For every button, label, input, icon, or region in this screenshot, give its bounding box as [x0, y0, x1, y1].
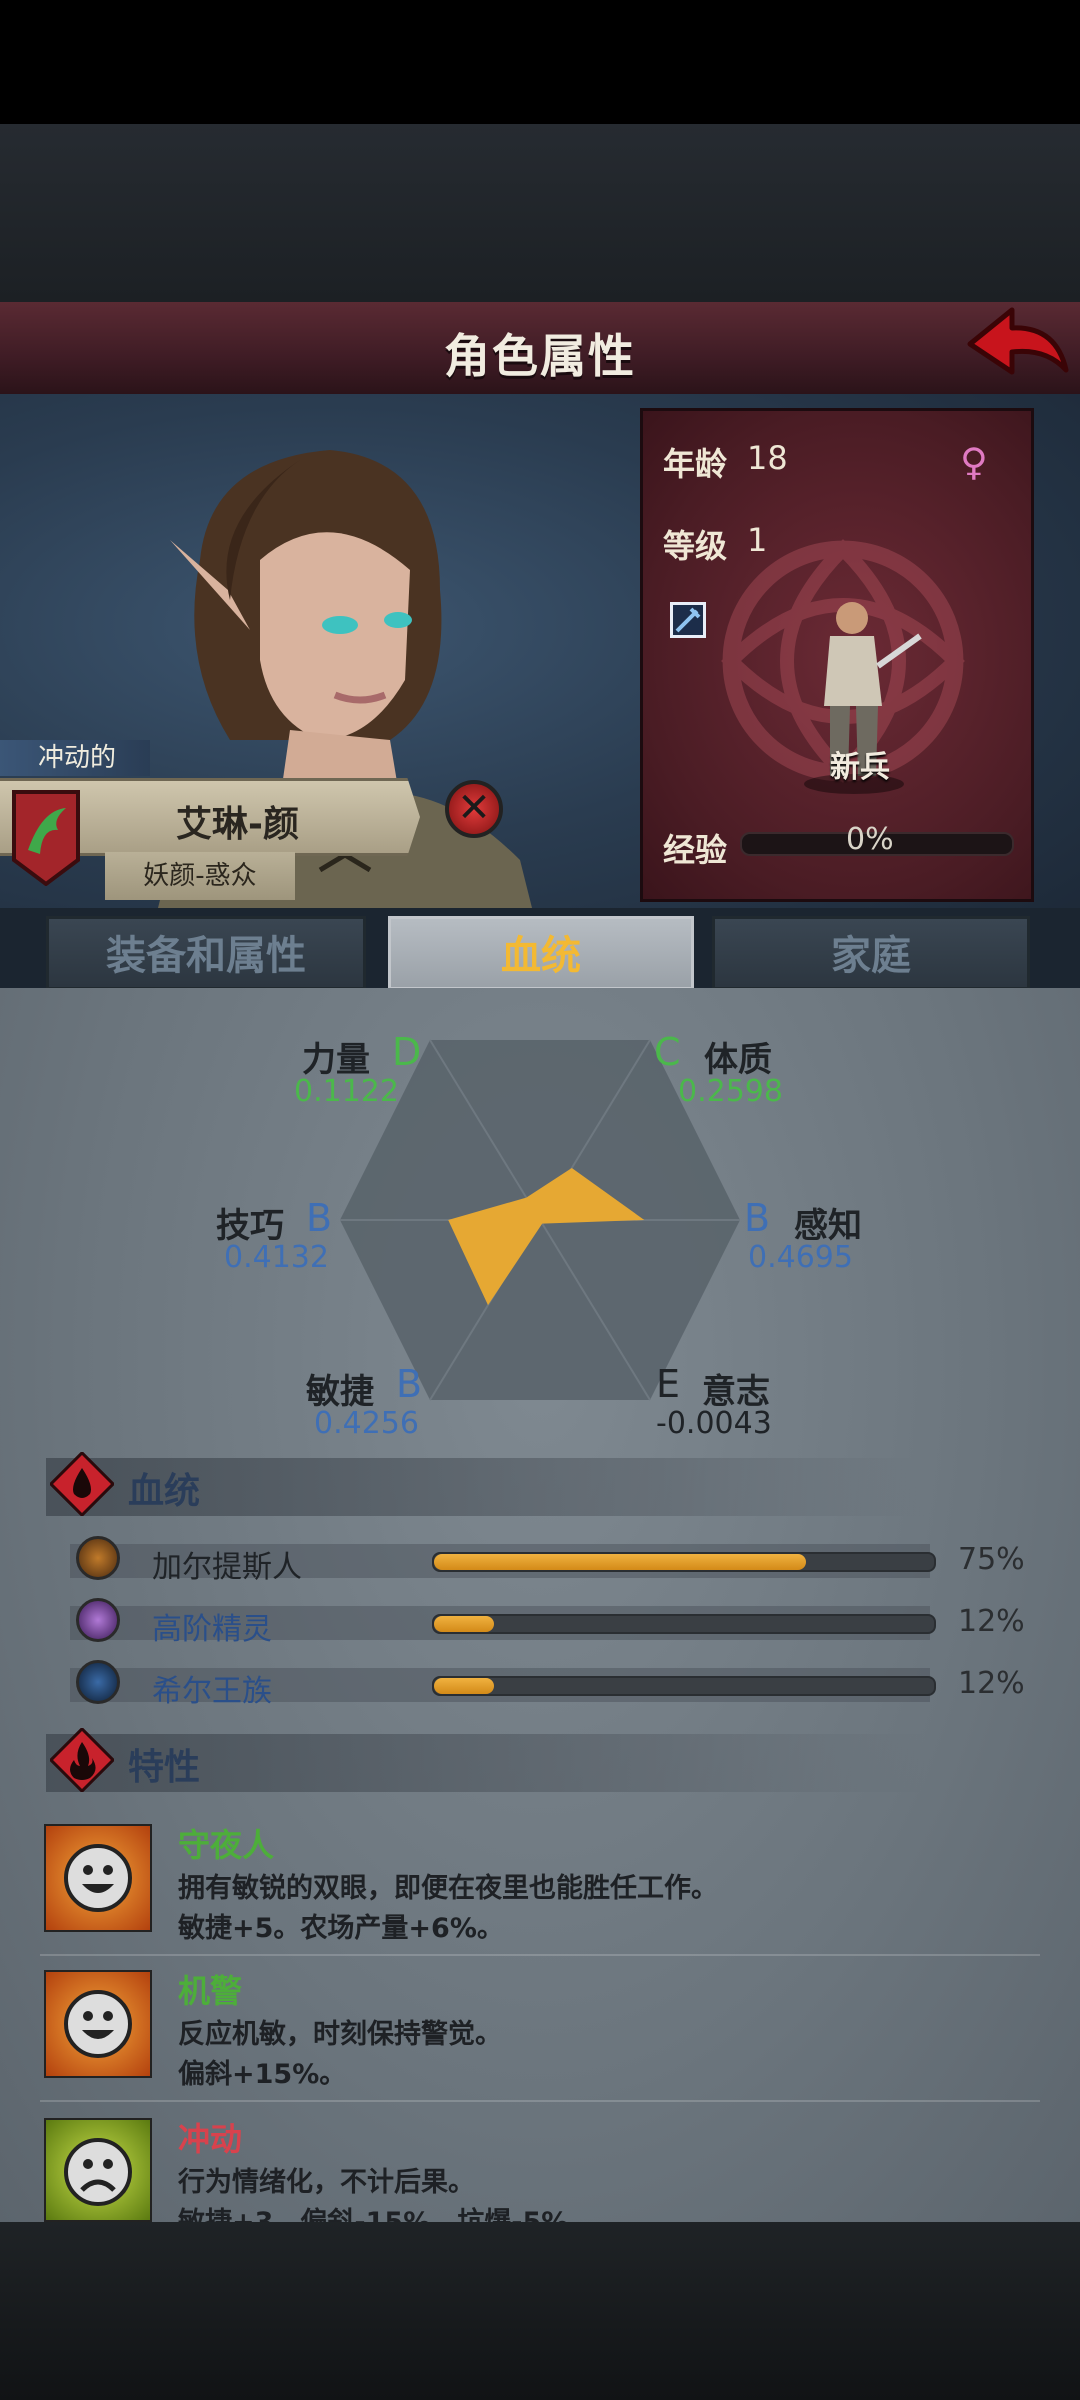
sword-icon[interactable] [670, 602, 706, 638]
top-backdrop [0, 124, 1080, 302]
bloodline-bar-fill [434, 1616, 494, 1632]
happy-face-icon [44, 1970, 152, 2078]
age-value: 18 [747, 439, 788, 477]
trait-name: 机警 [178, 1972, 243, 2010]
trait-description: 反应机敏，时刻保持警觉。 [178, 2019, 502, 2050]
trait-name: 守夜人 [178, 1826, 275, 1864]
stat-constitution-grade: C [654, 1030, 681, 1074]
trait-description: 行为情绪化，不计后果。 [178, 2167, 475, 2198]
page-title: 角色属性 [444, 329, 636, 383]
flame-icon [50, 1728, 114, 1792]
trait-effect: 敏捷+5。农场产量+6%。 [178, 1913, 504, 1944]
stat-strength-grade: D [392, 1030, 422, 1074]
bloodline-percent: 12% [958, 1604, 1025, 1639]
bloodline-bar-fill [434, 1678, 494, 1694]
exp-label: 经验 [663, 831, 728, 869]
high-elf-emblem-icon [76, 1598, 120, 1642]
bottom-navigation-area [0, 2222, 1080, 2400]
female-symbol-icon: ♀ [960, 440, 988, 484]
blood-drop-icon [50, 1452, 114, 1516]
bloodline-name: 加尔提斯人 [152, 1550, 302, 1585]
title-bar: 角色属性 [0, 302, 1080, 398]
trait-name: 冲动 [178, 2120, 243, 2158]
stat-skill-grade: B [306, 1196, 333, 1240]
galtis-emblem-icon [76, 1536, 120, 1580]
divider [40, 1954, 1040, 1956]
character-name: 艾琳-颜 [176, 804, 299, 845]
tab-equipment-attributes[interactable]: 装备和属性 [46, 916, 366, 990]
bloodline-percent: 12% [958, 1666, 1025, 1701]
age-label: 年龄 [663, 445, 728, 483]
dismiss-button[interactable]: ✕ [445, 780, 503, 838]
stat-constitution-value: 0.2598 [678, 1074, 783, 1109]
bloodline-section-title: 血统 [128, 1471, 201, 1512]
stat-agility-grade: B [396, 1362, 423, 1406]
tab-family[interactable]: 家庭 [712, 916, 1030, 990]
stat-will-value: -0.0043 [656, 1406, 772, 1441]
experience-percent: 0% [846, 822, 894, 857]
divider [40, 2100, 1040, 2102]
back-arrow-icon[interactable] [960, 300, 1072, 388]
stat-skill-value: 0.4132 [224, 1240, 329, 1275]
stat-perception-grade: B [744, 1196, 771, 1240]
stat-will-grade: E [656, 1362, 681, 1406]
bloodline-percent: 75% [958, 1542, 1025, 1577]
trait-description: 拥有敏锐的双眼，即便在夜里也能胜任工作。 [178, 1873, 718, 1904]
bloodline-bar [432, 1676, 936, 1696]
class-name: 新兵 [830, 750, 890, 785]
shire-royal-emblem-icon [76, 1660, 120, 1704]
status-bar-area [0, 0, 1080, 124]
traits-section-title: 特性 [128, 1747, 201, 1788]
personality-tag: 冲动的 [0, 740, 150, 776]
happy-face-icon [44, 1824, 152, 1932]
stat-perception-value: 0.4695 [748, 1240, 853, 1275]
stat-strength-value: 0.1122 [294, 1074, 399, 1109]
dragon-crest-icon [12, 790, 80, 886]
bloodline-bar [432, 1614, 936, 1634]
trait-effect: 偏斜+15%。 [178, 2059, 347, 2090]
stat-agility-value: 0.4256 [314, 1406, 419, 1441]
tab-bloodline[interactable]: 血统 [388, 916, 694, 990]
bloodline-name: 高阶精灵 [152, 1612, 272, 1647]
bloodline-bar-fill [434, 1554, 806, 1570]
sad-face-icon [44, 2118, 152, 2222]
character-epithet: 妖颜-惑众 [105, 852, 295, 900]
bloodline-name: 希尔王族 [152, 1674, 272, 1709]
